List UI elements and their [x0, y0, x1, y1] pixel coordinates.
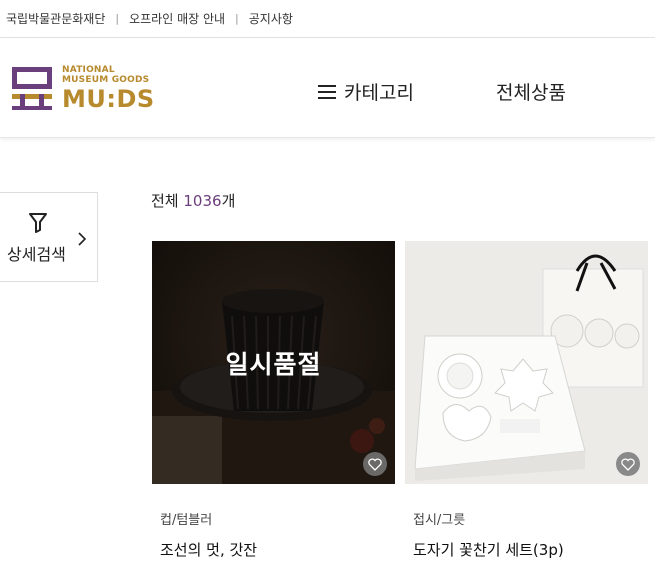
product-name[interactable]: 조선의 멋, 갓잔	[160, 539, 257, 560]
product-name[interactable]: 도자기 꽃찬기 세트(3p)	[413, 539, 564, 560]
site-header: NATIONAL MUSEUM GOODS MU:DS 카테고리 전체상품	[0, 38, 655, 138]
product-category: 접시/그릇	[413, 513, 466, 528]
category-menu-button[interactable]: 카테고리	[318, 78, 414, 105]
detail-search-label: 상세검색	[7, 245, 66, 264]
filter-funnel-icon	[29, 213, 47, 237]
wishlist-heart-icon[interactable]	[363, 452, 387, 476]
sold-out-overlay: 일시품절	[152, 241, 395, 484]
logo-line2: MUSEUM GOODS	[62, 74, 150, 85]
sold-out-badge: 일시품절	[225, 349, 322, 379]
logo-line1: NATIONAL	[62, 64, 115, 75]
total-label: 전체	[151, 192, 179, 210]
product-category: 컵/텀블러	[160, 513, 213, 528]
offline-store-link[interactable]: 오프라인 매장 안내	[129, 10, 225, 27]
separator: |	[235, 12, 239, 25]
product-card[interactable]: 접시/그릇 도자기 꽃찬기 세트(3p)	[405, 241, 648, 559]
product-image[interactable]	[405, 241, 648, 484]
category-label: 카테고리	[344, 82, 414, 104]
logo-brand: MU:DS	[62, 84, 155, 113]
detail-search-button[interactable]: 상세검색	[0, 192, 98, 282]
hamburger-icon	[318, 84, 336, 99]
notice-link[interactable]: 공지사항	[249, 10, 293, 27]
chevron-right-icon	[77, 231, 87, 251]
logo-mark-icon	[10, 64, 56, 112]
site-logo[interactable]: NATIONAL MUSEUM GOODS MU:DS	[10, 64, 155, 112]
wishlist-heart-icon[interactable]	[616, 452, 640, 476]
product-card[interactable]: 일시품절 컵/텀블러 조선의 멋, 갓잔	[152, 241, 395, 559]
foundation-link[interactable]: 국립박물관문화재단	[6, 10, 105, 27]
total-count: 전체 1036개	[151, 190, 235, 211]
product-image[interactable]: 일시품절	[152, 241, 395, 484]
top-utility-bar: 국립박물관문화재단 | 오프라인 매장 안내 | 공지사항	[0, 0, 655, 38]
separator: |	[115, 12, 120, 25]
all-products-link[interactable]: 전체상품	[496, 78, 566, 105]
total-number: 1036	[183, 192, 222, 210]
total-unit: 개	[221, 192, 236, 210]
